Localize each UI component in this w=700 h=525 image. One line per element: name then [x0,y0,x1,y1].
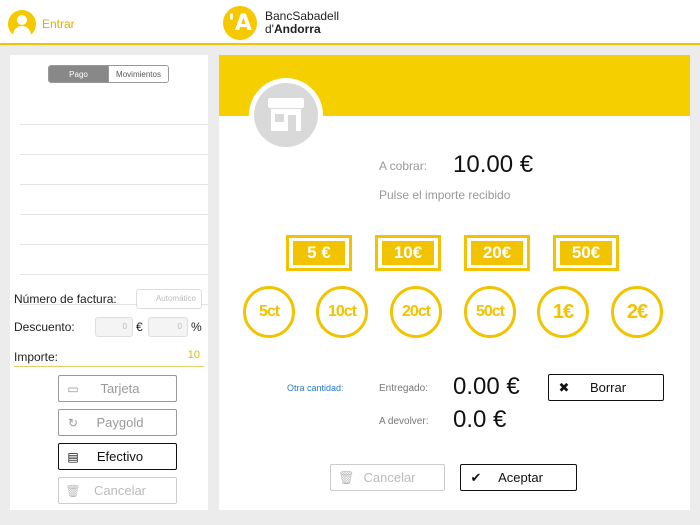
card-payment-button[interactable]: ▭ Tarjeta [58,375,177,402]
other-amount-link[interactable]: Otra cantidad: [287,383,344,393]
cancel-payment-button[interactable]: 🗑 Cancelar [58,477,177,504]
change-label: A devolver: [379,416,429,427]
discount-currency: € [136,320,143,334]
amount-value: 10 [187,349,200,361]
credit-card-icon: ▭ [67,381,79,396]
bank-logo-icon: 'A [223,6,257,40]
coin-5ct-button[interactable]: 5ct [243,286,295,338]
login-label: Entrar [42,17,75,31]
cash-payment-button[interactable]: ▤ Efectivo [58,443,177,470]
coin-50ct-button[interactable]: 50ct [464,286,516,338]
user-icon [8,10,36,38]
discount-label: Descuento: [14,320,75,334]
top-bar: Entrar 'A BancSabadell d'Andorra [0,0,700,45]
list-item [20,95,208,125]
amount-label: Importe: [14,350,59,364]
coin-2-euro-button[interactable]: 2€ [611,286,663,338]
discount-amount-input[interactable]: 0 [95,317,133,337]
list-item [20,125,208,155]
brand-name-line2: Andorra [273,22,321,36]
store-icon [249,78,323,152]
list-item [20,245,208,275]
cash-panel: A cobrar: 10.00 € Pulse el importe recib… [219,55,690,510]
list-item [20,215,208,245]
payment-sidebar: Pago Movimientos Número de factura: Auto… [10,55,208,510]
brand-logo: 'A BancSabadell d'Andorra [223,6,339,40]
payment-tabs: Pago Movimientos [48,65,169,83]
paygold-payment-button[interactable]: ↻ Paygold [58,409,177,436]
close-icon: ✖ [558,379,570,395]
delivered-value: 0.00 € [453,373,520,400]
invoice-label: Número de factura: [14,292,117,306]
banknote-20-button[interactable]: 20€ [464,235,530,271]
change-value: 0.0 € [453,406,507,433]
login-button[interactable]: Entrar [8,10,75,38]
discount-percent-symbol: % [191,320,202,334]
accept-button[interactable]: ✔ Aceptar [460,464,577,491]
invoice-number-input[interactable]: Automático [136,289,202,309]
coin-20ct-button[interactable]: 20ct [390,286,442,338]
delivered-label: Entregado: [379,383,428,394]
ticket-lines [20,95,208,305]
cancel-button[interactable]: 🗑 Cancelar [330,464,445,491]
coin-1-euro-button[interactable]: 1€ [537,286,589,338]
charge-value: 10.00 € [453,151,534,178]
list-item [20,185,208,215]
paygold-icon: ↻ [67,415,79,430]
clear-button[interactable]: ✖ Borrar [548,374,664,401]
tab-pago[interactable]: Pago [49,66,108,82]
trash-icon: 🗑 [65,483,81,498]
banknote-10-button[interactable]: 10€ [375,235,441,271]
list-item [20,155,208,185]
charge-label: A cobrar: [379,159,428,173]
banknote-5-button[interactable]: 5 € [286,235,352,271]
banknotes-icon: ▤ [67,449,79,464]
coin-10ct-button[interactable]: 10ct [316,286,368,338]
instruction-text: Pulse el importe recibido [379,188,511,202]
trash-icon: 🗑 [337,469,355,485]
checkmark-icon: ✔ [470,469,482,485]
discount-percent-input[interactable]: 0 [148,317,188,337]
brand-name-prefix: d' [265,22,274,36]
tab-movimientos[interactable]: Movimientos [108,66,168,82]
amount-underline [14,366,204,367]
banknote-50-button[interactable]: 50€ [553,235,619,271]
